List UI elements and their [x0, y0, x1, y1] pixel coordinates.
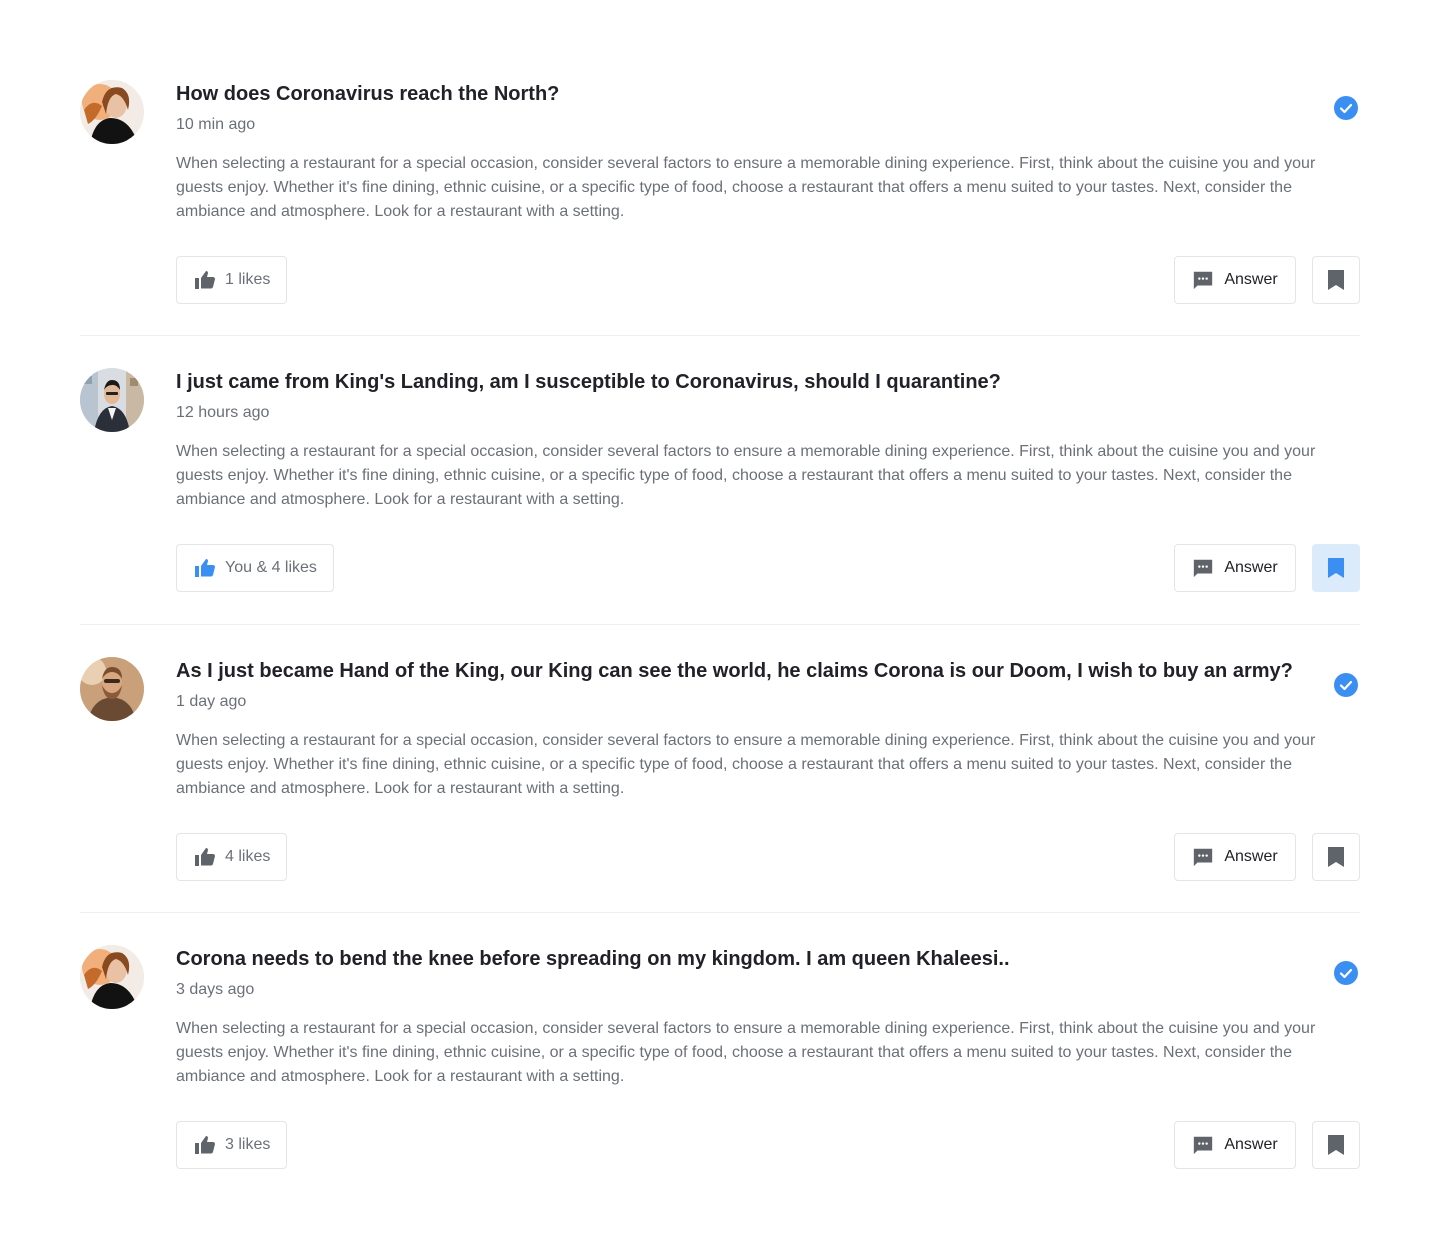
likes-count: 4 likes	[225, 848, 271, 865]
like-button[interactable]: 3 likes	[176, 1121, 288, 1169]
post-time: 12 hours ago	[176, 404, 270, 421]
like-button[interactable]: 1 likes	[176, 256, 288, 304]
answer-label: Answer	[1224, 271, 1278, 288]
question-body: When selecting a restaurant for a specia…	[176, 732, 1316, 797]
post-time: 1 day ago	[176, 693, 247, 710]
avatar-man-suit-icon	[80, 368, 144, 432]
question-title[interactable]: I just came from King's Landing, am I su…	[176, 368, 1316, 396]
divider	[80, 912, 1360, 913]
bookmark-button[interactable]	[1312, 833, 1360, 881]
answer-button[interactable]: Answer	[1174, 1121, 1296, 1169]
verified-check-icon	[1334, 961, 1358, 985]
divider	[80, 335, 1360, 336]
comment-icon	[1192, 269, 1214, 291]
answer-label: Answer	[1224, 848, 1278, 865]
avatar-man-beard-icon	[80, 657, 144, 721]
answer-label: Answer	[1224, 1136, 1278, 1153]
post-time: 10 min ago	[176, 116, 256, 133]
verified-check-icon	[1334, 673, 1358, 697]
avatar-woman-icon	[80, 80, 144, 144]
question-body: When selecting a restaurant for a specia…	[176, 443, 1316, 508]
answer-button[interactable]: Answer	[1174, 256, 1296, 304]
bookmark-button[interactable]	[1312, 544, 1360, 592]
thumbs-up-icon	[193, 1133, 217, 1157]
answer-label: Answer	[1224, 559, 1278, 576]
thumbs-up-icon	[193, 845, 217, 869]
like-button[interactable]: 4 likes	[176, 833, 288, 881]
avatar[interactable]	[80, 80, 144, 144]
avatar[interactable]	[80, 657, 144, 721]
likes-count: 3 likes	[225, 1136, 271, 1153]
bookmark-button[interactable]	[1312, 1121, 1360, 1169]
question-title[interactable]: How does Coronavirus reach the North?	[176, 80, 1316, 108]
bookmark-icon	[1327, 557, 1345, 579]
likes-count: You & 4 likes	[225, 559, 317, 576]
like-button[interactable]: You & 4 likes	[176, 544, 334, 592]
answer-button[interactable]: Answer	[1174, 833, 1296, 881]
post-time: 3 days ago	[176, 981, 255, 998]
comment-icon	[1192, 557, 1214, 579]
bookmark-icon	[1327, 269, 1345, 291]
answer-button[interactable]: Answer	[1174, 544, 1296, 592]
question-title[interactable]: As I just became Hand of the King, our K…	[176, 657, 1316, 685]
bookmark-button[interactable]	[1312, 256, 1360, 304]
question-body: When selecting a restaurant for a specia…	[176, 155, 1316, 220]
bookmark-icon	[1327, 846, 1345, 868]
avatar[interactable]	[80, 368, 144, 432]
likes-count: 1 likes	[225, 271, 271, 288]
question-title[interactable]: Corona needs to bend the knee before spr…	[176, 945, 1316, 973]
thumbs-up-icon	[193, 268, 217, 292]
avatar[interactable]	[80, 945, 144, 1009]
question-body: When selecting a restaurant for a specia…	[176, 1020, 1316, 1085]
comment-icon	[1192, 1134, 1214, 1156]
question-feed: How does Coronavirus reach the North? 10…	[0, 0, 1440, 1249]
verified-check-icon	[1334, 96, 1358, 120]
avatar-woman-icon	[80, 945, 144, 1009]
bookmark-icon	[1327, 1134, 1345, 1156]
thumbs-up-icon	[193, 556, 217, 580]
comment-icon	[1192, 846, 1214, 868]
divider	[80, 624, 1360, 625]
